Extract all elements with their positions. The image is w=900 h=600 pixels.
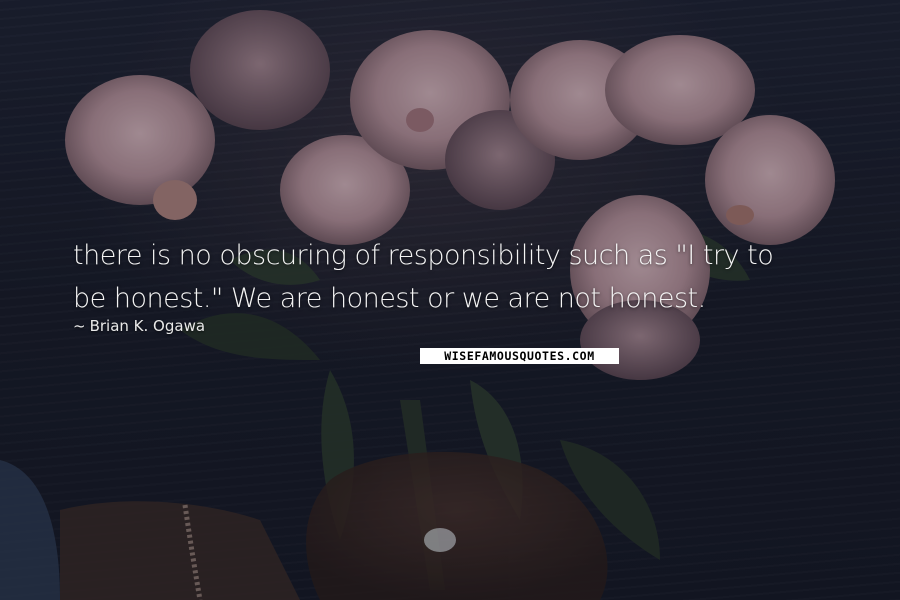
author-attribution: ~ Brian K. Ogawa <box>73 317 205 335</box>
author-dash: ~ <box>73 317 86 335</box>
quote-text: there is no obscuring of responsibility … <box>73 234 853 320</box>
quote-card: there is no obscuring of responsibility … <box>0 0 900 600</box>
site-watermark: WISEFAMOUSQUOTES.COM <box>420 348 619 364</box>
quote-line-2: be honest." We are honest or we are not … <box>73 283 706 314</box>
quote-line-1: there is no obscuring of responsibility … <box>73 240 774 271</box>
author-name: Brian K. Ogawa <box>89 317 206 335</box>
